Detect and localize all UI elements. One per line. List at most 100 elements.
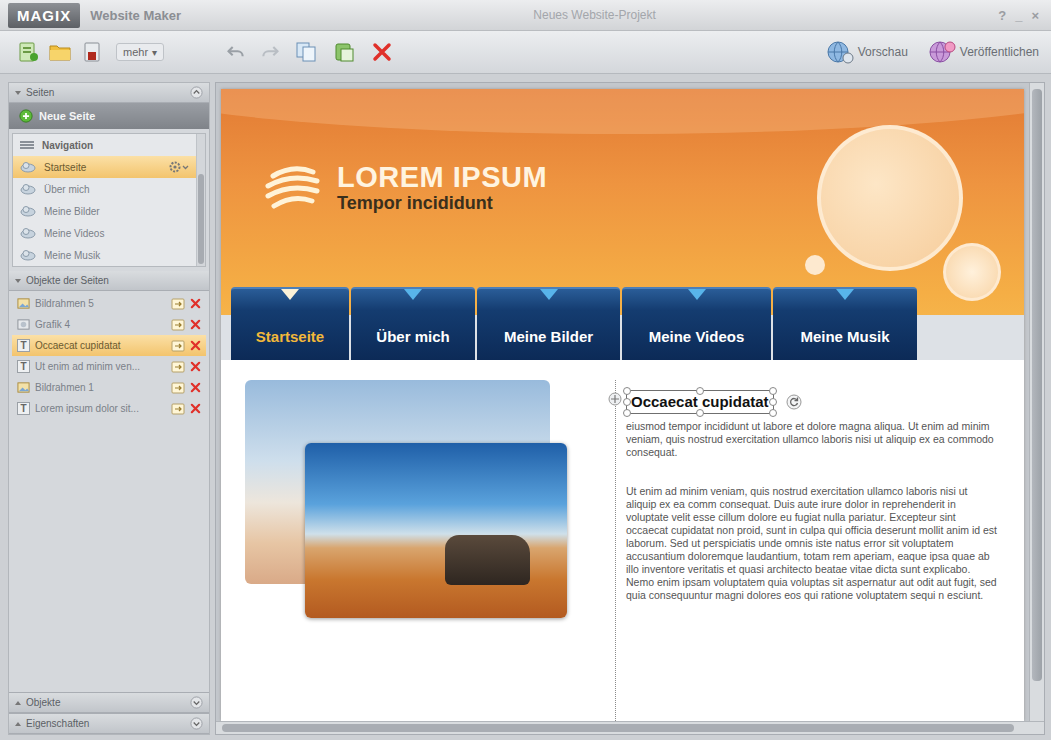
object-item[interactable]: Bildrahmen 1 (12, 377, 206, 398)
page-item[interactable]: Meine Bilder (13, 200, 196, 222)
website-maker-window: MAGIXWebsite MakerNeues Website-Projekt?… (0, 0, 1051, 740)
edit-object-icon[interactable] (171, 403, 185, 415)
delete-object-icon[interactable] (190, 382, 201, 393)
section-label: Objekte (26, 697, 185, 708)
collapsed-section-header[interactable]: Objekte (9, 692, 209, 713)
resize-handle[interactable] (769, 387, 777, 395)
move-handle-icon[interactable] (608, 392, 622, 406)
text-object-icon: T (17, 402, 30, 415)
image-frame-icon (17, 297, 30, 310)
page-settings-icon[interactable] (168, 160, 190, 174)
nav-tab[interactable]: Meine Musik (773, 287, 917, 360)
scroll-thumb[interactable] (198, 174, 204, 264)
banner: LOREM IPSUMTempor incididunt (221, 89, 1024, 287)
new-project-icon[interactable] (16, 40, 40, 64)
page-item[interactable]: Startseite (13, 156, 196, 178)
edit-object-icon[interactable] (171, 361, 185, 373)
nav-tab[interactable]: Startseite (231, 287, 349, 360)
rotate-icon[interactable] (786, 394, 802, 410)
nav-tab[interactable]: Meine Bilder (477, 287, 620, 360)
resize-handle[interactable] (623, 409, 631, 417)
heading-text-box[interactable]: Occaecat cupidatat (626, 390, 774, 414)
desert-car-photo[interactable] (305, 443, 567, 618)
text-object-icon: T (17, 360, 30, 373)
plus-icon (19, 109, 33, 123)
delete-object-icon[interactable] (190, 361, 201, 372)
section-label: Seiten (26, 87, 185, 98)
collapsed-section-header[interactable]: Eigenschaften (9, 713, 209, 734)
window-control[interactable]: × (1031, 8, 1039, 23)
resize-handle[interactable] (769, 398, 777, 406)
paragraph[interactable]: Ut enim ad minim veniam, quis nostrud ex… (626, 485, 1000, 602)
resize-handle[interactable] (769, 409, 777, 417)
publish-button[interactable]: Veröffentlichen (926, 39, 1039, 65)
nav-tab[interactable]: Über mich (351, 287, 475, 360)
site-header[interactable]: LOREM IPSUMTempor incididunt Startseite Üb… (221, 89, 1024, 360)
object-item[interactable]: Bildrahmen 5 (12, 293, 206, 314)
decor-circle (817, 125, 963, 271)
horizontal-scrollbar[interactable] (216, 721, 1044, 734)
edit-object-icon[interactable] (171, 382, 185, 394)
copy-icon[interactable] (294, 40, 318, 64)
site-content: Occaecat cupidatat eiusmod tempor incidid… (221, 360, 1024, 721)
undo-icon[interactable] (226, 42, 246, 62)
open-folder-icon[interactable] (48, 40, 72, 64)
edit-object-icon[interactable] (171, 319, 185, 331)
section-label: Eigenschaften (26, 718, 185, 729)
page-item[interactable]: Meine Musik (13, 244, 196, 266)
redo-icon[interactable] (260, 42, 280, 62)
save-icon[interactable] (80, 40, 104, 64)
page-list: NavigationStartseiteÜber michMeine Bilde… (12, 133, 206, 267)
page-list-scrollbar[interactable] (196, 134, 205, 266)
object-item[interactable]: T Lorem ipsum dolor sit... (12, 398, 206, 419)
new-page-button[interactable]: Neue Seite (9, 103, 209, 129)
window-control[interactable]: _ (1015, 8, 1022, 23)
site-title[interactable]: LOREM IPSUM (337, 162, 547, 194)
resize-handle[interactable] (623, 398, 631, 406)
delete-object-icon[interactable] (190, 340, 201, 351)
pages-section-header[interactable]: Seiten (9, 83, 209, 103)
vertical-scrollbar[interactable] (1029, 83, 1044, 721)
navigation-header: Navigation (13, 134, 196, 156)
resize-handle[interactable] (696, 409, 704, 417)
nav-tab-label: Über mich (376, 328, 449, 345)
publish-globe-icon (926, 39, 956, 65)
delete-object-icon[interactable] (190, 403, 201, 414)
object-label: Bildrahmen 5 (35, 298, 166, 309)
site-titles: LOREM IPSUMTempor incididunt (337, 162, 547, 215)
nav-tab[interactable]: Meine Videos (622, 287, 771, 360)
page-item[interactable]: Meine Videos (13, 222, 196, 244)
tab-marker-icon (404, 289, 422, 300)
resize-handle[interactable] (623, 387, 631, 395)
edit-object-icon[interactable] (171, 340, 185, 352)
object-item[interactable]: TUt enim ad minim ven... (12, 356, 206, 377)
heading-text[interactable]: Occaecat cupidatat (631, 393, 769, 410)
website-page[interactable]: LOREM IPSUMTempor incididunt Startseite Üb… (221, 89, 1024, 721)
section-chevron-icon (15, 279, 21, 283)
more-dropdown[interactable]: mehr▾ (116, 43, 164, 61)
delete-object-icon[interactable] (190, 298, 201, 309)
scroll-thumb[interactable] (1032, 89, 1042, 681)
section-label: Objekte der Seiten (26, 275, 203, 286)
object-item[interactable]: Grafik 4 (12, 314, 206, 335)
resize-handle[interactable] (696, 387, 704, 395)
expand-icon[interactable] (190, 696, 203, 709)
object-label: Lorem ipsum dolor sit... (35, 403, 166, 414)
site-subtitle[interactable]: Tempor incididunt (337, 193, 547, 214)
expand-icon[interactable] (190, 717, 203, 730)
window-control[interactable]: ? (998, 8, 1006, 23)
stripes-logo-icon[interactable] (263, 163, 323, 213)
page-items: NavigationStartseiteÜber michMeine Bilde… (13, 134, 196, 266)
paste-icon[interactable] (332, 40, 356, 64)
preview-button[interactable]: Vorschau (824, 39, 908, 65)
object-item[interactable]: TOccaecat cupidatat (12, 335, 206, 356)
collapse-icon[interactable] (190, 86, 203, 99)
paragraph[interactable]: eiusmod tempor incididunt ut labore et d… (626, 420, 1000, 459)
delete-object-icon[interactable] (190, 319, 201, 330)
page-item[interactable]: Über mich (13, 178, 196, 200)
scroll-thumb[interactable] (222, 724, 1014, 732)
edit-object-icon[interactable] (171, 298, 185, 310)
delete-icon[interactable] (370, 40, 394, 64)
publish-label: Veröffentlichen (960, 45, 1039, 59)
objects-section-header[interactable]: Objekte der Seiten (9, 271, 209, 291)
